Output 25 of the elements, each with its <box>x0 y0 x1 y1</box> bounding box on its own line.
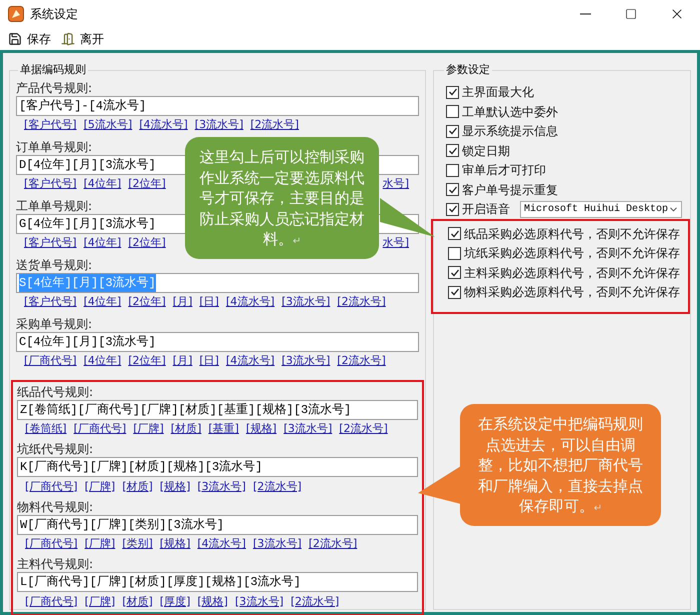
rule-label: 工单单号规则: <box>16 198 92 214</box>
group-title: 单据编码规则 <box>19 62 87 78</box>
callout-tooltip: 这里勾上后可以控制采购作业系统一定要选原料代号才可保存，主要目的是防止采购人员忘记指定材料。↵ <box>185 137 379 259</box>
option-label: 物料采购必选原料代号，否则不允许保存 <box>464 284 680 302</box>
rule-label: 纸品代号规则: <box>17 384 94 400</box>
option-label: 显示系统提示信息 <box>462 123 558 140</box>
rule-label: 采购单号规则: <box>16 316 92 332</box>
option-label: 开启语音 <box>462 201 510 218</box>
option-label: 纸品采购必选原料代号，否则不允许保存 <box>464 226 680 243</box>
option-label: 主界面最大化 <box>462 84 534 102</box>
option-label: 坑纸采购必选原料代号，否则不允许保存 <box>464 245 680 262</box>
rule-label: 产品代号规则: <box>16 80 92 96</box>
option-label: 主料采购必选原料代号，否则不允许保存 <box>464 264 680 282</box>
option-label: 客户单号提示重复 <box>462 182 558 199</box>
rule-label: 送货单号规则: <box>16 256 92 272</box>
rule-label: 订单单号规则: <box>16 138 92 154</box>
rule-label: 主料代号规则: <box>17 556 94 572</box>
option-label: 锁定日期 <box>462 142 510 160</box>
rule-label: 坑纸代号规则: <box>17 441 94 457</box>
group-title: 参数设定 <box>445 62 491 78</box>
window-title: 系统设定 <box>30 6 78 23</box>
rule-label: 物料代号规则: <box>17 498 94 514</box>
option-label: 工单默认选中委外 <box>462 104 558 121</box>
option-label: 审单后才可打印 <box>462 162 546 180</box>
callout-tooltip: 在系统设定中把编码规则点选进去，可以自由调整，比如不想把厂商代号和厂牌编入，直接去掉点保存即可。↵ <box>460 404 661 526</box>
